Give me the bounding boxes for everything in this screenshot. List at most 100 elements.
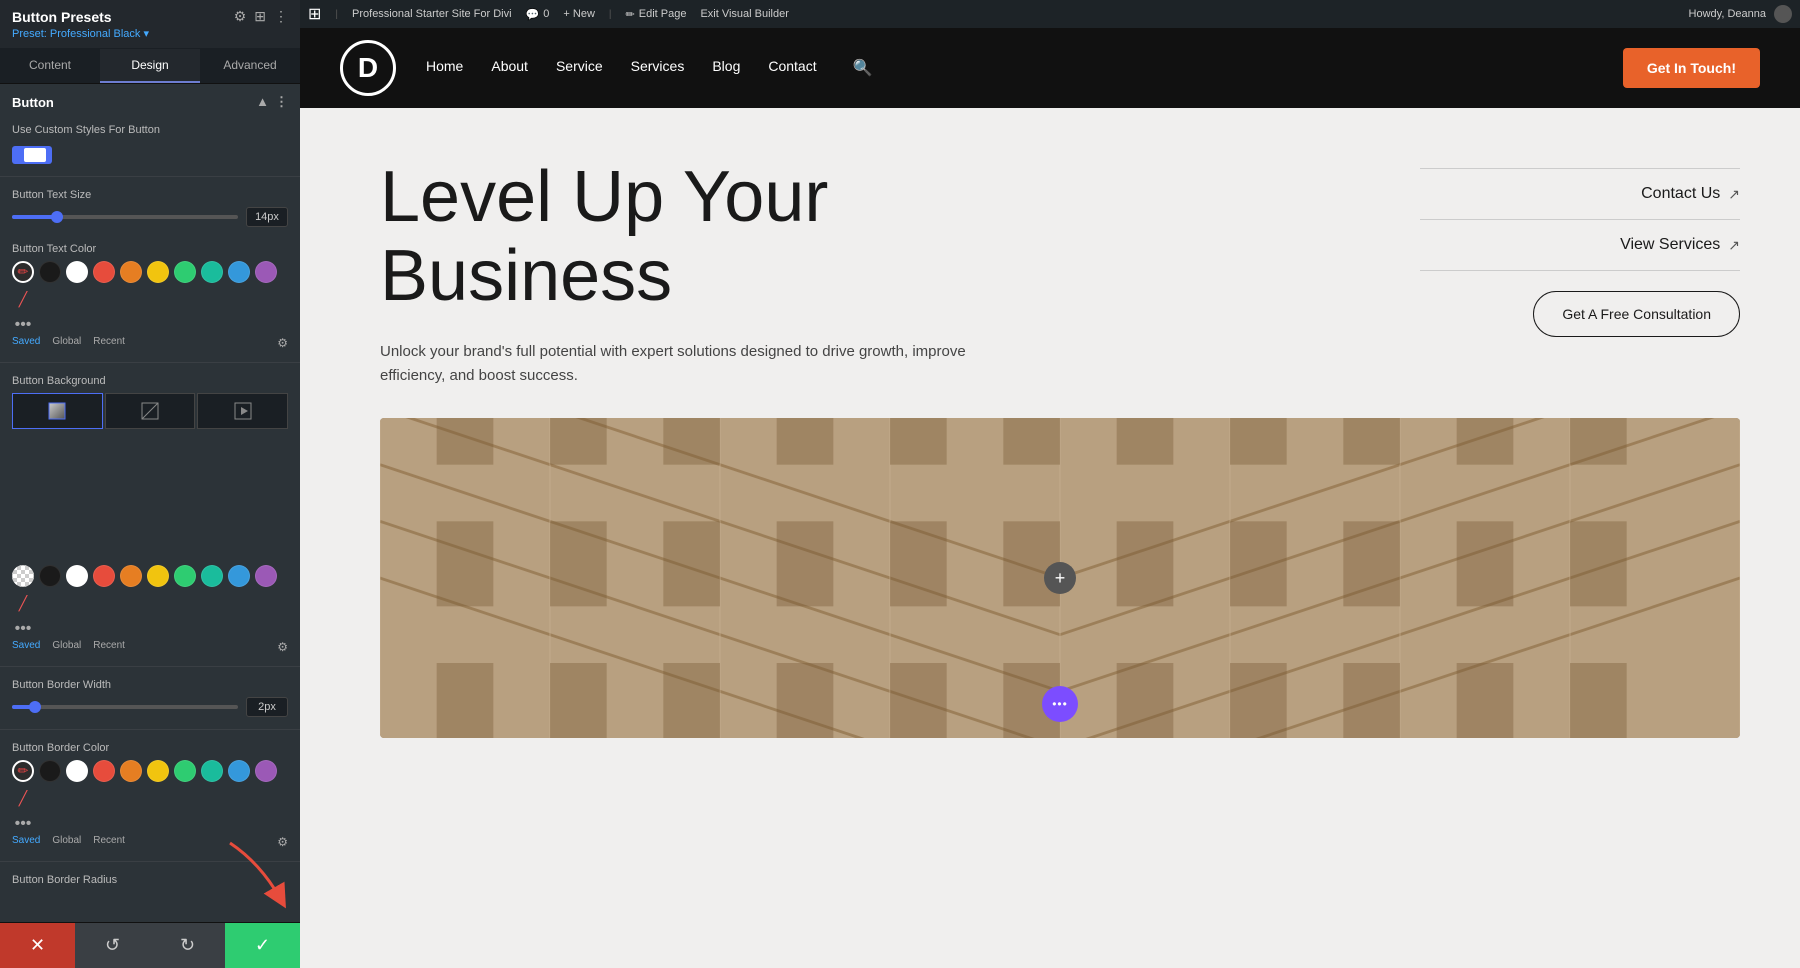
swatch-pencil-text[interactable]: ✏ <box>12 261 34 283</box>
panel-tabs: Content Design Advanced <box>0 49 300 84</box>
bg-color-gear[interactable]: ⚙ <box>277 640 288 654</box>
hero-link-services[interactable]: View Services ↗ <box>1420 220 1740 271</box>
more-options-button[interactable]: ••• <box>1042 686 1078 722</box>
undo-button[interactable]: ↺ <box>75 923 150 968</box>
swatch-checker-bg[interactable] <box>12 565 34 587</box>
swatch-yellow-text[interactable] <box>147 261 169 283</box>
custom-styles-toggle[interactable] <box>12 146 52 164</box>
nav-about[interactable]: About <box>491 58 528 78</box>
panel-preset: Preset: Professional Black ▾ <box>12 27 288 40</box>
swatch-white-bg[interactable] <box>66 565 88 587</box>
border-color-dots[interactable]: ••• <box>12 815 34 833</box>
border-color-recent[interactable]: Recent <box>93 835 125 849</box>
contact-arrow-icon: ↗ <box>1728 186 1740 203</box>
hero-subtitle: Unlock your brand's full potential with … <box>380 340 980 388</box>
swatch-white-border[interactable] <box>66 760 88 782</box>
swatch-teal-text[interactable] <box>201 261 223 283</box>
swatch-blue-bg[interactable] <box>228 565 250 587</box>
save-button[interactable]: ✓ <box>225 923 300 968</box>
text-color-recent[interactable]: Recent <box>93 336 125 350</box>
bg-color-saved[interactable]: Saved <box>12 640 40 654</box>
swatch-black-text[interactable] <box>39 261 61 283</box>
wp-new[interactable]: + New <box>563 8 595 20</box>
swatch-slash-text[interactable]: ╱ <box>12 288 34 310</box>
swatch-blue-border[interactable] <box>228 760 250 782</box>
wp-exit-vb[interactable]: Exit Visual Builder <box>700 8 788 20</box>
swatch-white-text[interactable] <box>66 261 88 283</box>
bg-color-global[interactable]: Global <box>52 640 81 654</box>
text-size-slider[interactable] <box>12 215 238 219</box>
hero-cta-button[interactable]: Get A Free Consultation <box>1533 291 1740 337</box>
swatch-purple-border[interactable] <box>255 760 277 782</box>
bg-video-option[interactable] <box>197 393 288 429</box>
swatch-pencil-border[interactable]: ✏ <box>12 760 34 782</box>
hero-link-contact[interactable]: Contact Us ↗ <box>1420 168 1740 220</box>
nav-contact[interactable]: Contact <box>768 58 816 78</box>
bg-image-option[interactable] <box>105 393 196 429</box>
preset-name[interactable]: Professional Black <box>50 28 141 40</box>
wp-edit-page[interactable]: ✏ Edit Page <box>626 8 687 21</box>
hero-ctas: Contact Us ↗ View Services ↗ Get A Free … <box>1420 158 1740 388</box>
panel-scroll: Use Custom Styles For Button Button Text… <box>0 116 300 922</box>
bg-color-dots[interactable]: ••• <box>12 620 34 638</box>
swatch-red-text[interactable] <box>93 261 115 283</box>
swatch-slash-bg[interactable]: ╱ <box>12 592 34 614</box>
swatch-teal-bg[interactable] <box>201 565 223 587</box>
swatch-purple-bg[interactable] <box>255 565 277 587</box>
text-color-global[interactable]: Global <box>52 336 81 350</box>
add-content-button[interactable]: + <box>1044 562 1076 594</box>
section-more-icon[interactable]: ⋮ <box>275 94 288 110</box>
field-border-width: Button Border Width <box>0 671 300 725</box>
swatch-green-text[interactable] <box>174 261 196 283</box>
panel-layout-icon[interactable]: ⊞ <box>254 8 266 25</box>
border-color-saved[interactable]: Saved <box>12 835 40 849</box>
nav-services[interactable]: Services <box>631 58 685 78</box>
swatch-yellow-bg[interactable] <box>147 565 169 587</box>
tab-content[interactable]: Content <box>0 49 100 83</box>
swatch-yellow-border[interactable] <box>147 760 169 782</box>
swatch-black-border[interactable] <box>39 760 61 782</box>
hero-text: Level Up Your Business Unlock your brand… <box>380 158 1420 388</box>
nav-blog[interactable]: Blog <box>712 58 740 78</box>
swatch-slash-border[interactable]: ╱ <box>12 787 34 809</box>
text-size-input[interactable] <box>246 207 288 227</box>
redo-button[interactable]: ↻ <box>150 923 225 968</box>
swatch-blue-text[interactable] <box>228 261 250 283</box>
border-width-input[interactable] <box>246 697 288 717</box>
section-collapse-icon[interactable]: ▲ <box>256 94 269 110</box>
text-color-saved[interactable]: Saved <box>12 336 40 350</box>
panel-menu-icon[interactable]: ⋮ <box>274 8 288 25</box>
wp-comments[interactable]: 💬 0 <box>526 8 550 21</box>
swatch-green-border[interactable] <box>174 760 196 782</box>
nav-search-icon[interactable]: 🔍 <box>853 58 873 78</box>
swatch-black-bg[interactable] <box>39 565 61 587</box>
swatch-orange-border[interactable] <box>120 760 142 782</box>
text-color-dots[interactable]: ••• <box>12 316 34 334</box>
border-width-slider[interactable] <box>12 705 238 709</box>
border-color-gear[interactable]: ⚙ <box>277 835 288 849</box>
close-button[interactable]: ✕ <box>0 923 75 968</box>
swatch-orange-bg[interactable] <box>120 565 142 587</box>
bg-color-recent[interactable]: Recent <box>93 640 125 654</box>
tab-design[interactable]: Design <box>100 49 200 83</box>
panel-settings-icon[interactable]: ⚙ <box>234 8 247 25</box>
bg-options <box>12 393 288 429</box>
bg-gradient-option[interactable] <box>12 393 103 429</box>
swatch-green-bg[interactable] <box>174 565 196 587</box>
hero-section: Level Up Your Business Unlock your brand… <box>300 108 1800 968</box>
nav-service[interactable]: Service <box>556 58 603 78</box>
nav-cta-button[interactable]: Get In Touch! <box>1623 48 1760 88</box>
left-panel: Button Presets ⚙ ⊞ ⋮ Preset: Professiona… <box>0 0 300 968</box>
swatch-red-bg[interactable] <box>93 565 115 587</box>
site-logo[interactable]: D <box>340 40 396 96</box>
text-color-gear[interactable]: ⚙ <box>277 336 288 350</box>
wp-logo[interactable]: ⊞ <box>308 4 321 24</box>
swatch-red-border[interactable] <box>93 760 115 782</box>
swatch-orange-text[interactable] <box>120 261 142 283</box>
tab-advanced[interactable]: Advanced <box>200 49 300 83</box>
nav-home[interactable]: Home <box>426 58 463 78</box>
swatch-purple-text[interactable] <box>255 261 277 283</box>
wp-site-name[interactable]: Professional Starter Site For Divi <box>352 8 512 20</box>
swatch-teal-border[interactable] <box>201 760 223 782</box>
border-color-global[interactable]: Global <box>52 835 81 849</box>
